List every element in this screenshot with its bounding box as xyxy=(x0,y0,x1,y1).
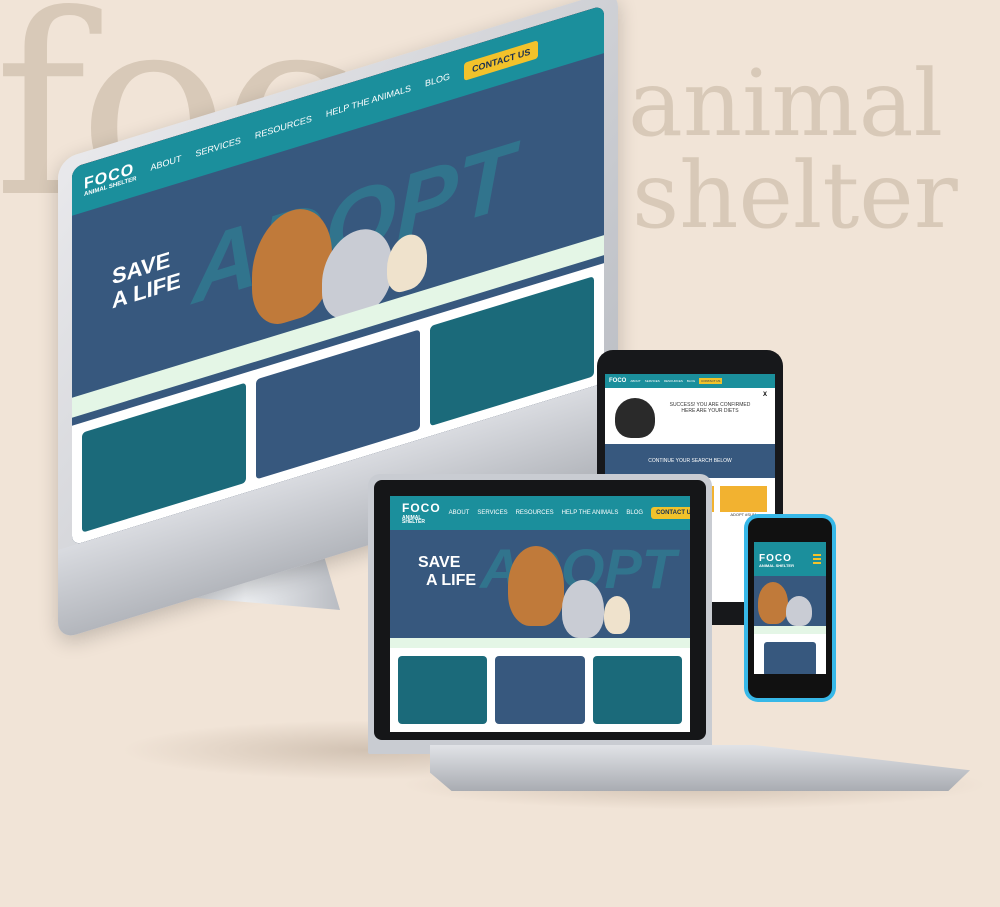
phone-logo-text: FOCO xyxy=(759,553,792,564)
card[interactable] xyxy=(398,656,488,724)
phone-navbar: FOCO ANIMAL SHELTER xyxy=(754,542,826,576)
laptop-cat-image xyxy=(562,580,604,638)
nav-services[interactable]: SERVICES xyxy=(195,135,240,159)
continue-search-band: CONTINUE YOUR SEARCH BELOW xyxy=(605,444,775,478)
phone-site-logo[interactable]: FOCO ANIMAL SHELTER xyxy=(759,550,794,568)
laptop-cards-row xyxy=(390,648,690,732)
laptop-hero-title: SAVE A LIFE xyxy=(418,554,476,589)
laptop-logo-subtext: ANIMAL SHELTER xyxy=(402,514,425,526)
hero-title: SAVE A LIFE xyxy=(112,244,181,314)
laptop-nav-help-the-animals[interactable]: HELP THE ANIMALS xyxy=(562,510,619,516)
laptop-rabbit-image xyxy=(604,596,630,634)
laptop-nav-services[interactable]: SERVICES xyxy=(477,510,507,516)
phone-logo-subtext: ANIMAL SHELTER xyxy=(759,563,794,569)
laptop-nav-resources[interactable]: RESOURCES xyxy=(516,510,554,516)
phone-content-area xyxy=(754,634,826,674)
phone-card[interactable] xyxy=(764,642,816,674)
tablet-nav-blog[interactable]: BLOG xyxy=(687,379,695,383)
phone-screen: FOCO ANIMAL SHELTER xyxy=(754,542,826,674)
site-logo[interactable]: FOCO ANIMAL SHELTER xyxy=(84,161,136,198)
phone-hero-strip xyxy=(754,626,826,634)
hamburger-menu-icon[interactable] xyxy=(813,554,821,564)
tablet-success-panel: X SUCCESS! YOU ARE CONFIRMED HERE ARE YO… xyxy=(605,388,775,444)
laptop-site-screen: FOCO ANIMAL SHELTER ABOUT SERVICES RESOU… xyxy=(390,496,690,732)
card[interactable] xyxy=(592,656,682,724)
laptop-site-logo[interactable]: FOCO ANIMAL SHELTER xyxy=(402,501,441,524)
phone-cat-image xyxy=(786,596,812,626)
laptop-hero-line-1: SAVE xyxy=(418,554,461,571)
laptop-base xyxy=(430,745,970,791)
laptop-contact-us-button[interactable]: CONTACT US xyxy=(651,507,690,519)
laptop-dog-image xyxy=(508,546,564,626)
laptop-hero-line-2: A LIFE xyxy=(426,571,477,589)
nav-help-the-animals[interactable]: HELP THE ANIMALS xyxy=(326,83,411,119)
nav-blog[interactable]: BLOG xyxy=(425,71,450,89)
laptop-lid: FOCO ANIMAL SHELTER ABOUT SERVICES RESOU… xyxy=(368,474,712,756)
phone-device: FOCO ANIMAL SHELTER xyxy=(744,514,836,702)
tablet-nav-services[interactable]: SERVICES xyxy=(645,379,660,383)
phone-dog-image xyxy=(758,582,788,624)
tablet-navbar: FOCO ABOUT SERVICES RESOURCES BLOG CONTA… xyxy=(605,374,775,388)
tablet-logo[interactable]: FOCO xyxy=(609,378,626,384)
results-message: HERE ARE YOUR DIETS xyxy=(681,408,739,414)
laptop-logo-text: FOCO xyxy=(402,501,441,516)
watermark-line-animal: animal xyxy=(628,50,944,157)
laptop-nav-blog[interactable]: BLOG xyxy=(626,510,643,516)
pet-card-image[interactable] xyxy=(719,486,767,512)
laptop-bezel: FOCO ANIMAL SHELTER ABOUT SERVICES RESOU… xyxy=(374,480,706,740)
laptop-nav-about[interactable]: ABOUT xyxy=(449,510,470,516)
close-icon[interactable]: X xyxy=(763,392,767,398)
nav-about[interactable]: ABOUT xyxy=(150,153,181,172)
tablet-success-text: SUCCESS! YOU ARE CONFIRMED HERE ARE YOUR… xyxy=(665,402,755,414)
watermark-line-shelter: shelter xyxy=(632,142,958,249)
card[interactable] xyxy=(495,656,585,724)
tablet-nav-about[interactable]: ABOUT xyxy=(630,379,640,383)
tablet-nav-resources[interactable]: RESOURCES xyxy=(664,379,683,383)
tablet-contact-button[interactable]: CONTACT US xyxy=(699,378,723,384)
dog-highfive-image xyxy=(615,398,655,438)
contact-us-button[interactable]: CONTACT US xyxy=(464,40,539,81)
phone-bezel: FOCO ANIMAL SHELTER xyxy=(748,518,832,698)
laptop-navbar: FOCO ANIMAL SHELTER ABOUT SERVICES RESOU… xyxy=(390,496,690,530)
nav-resources[interactable]: RESOURCES xyxy=(255,113,312,140)
